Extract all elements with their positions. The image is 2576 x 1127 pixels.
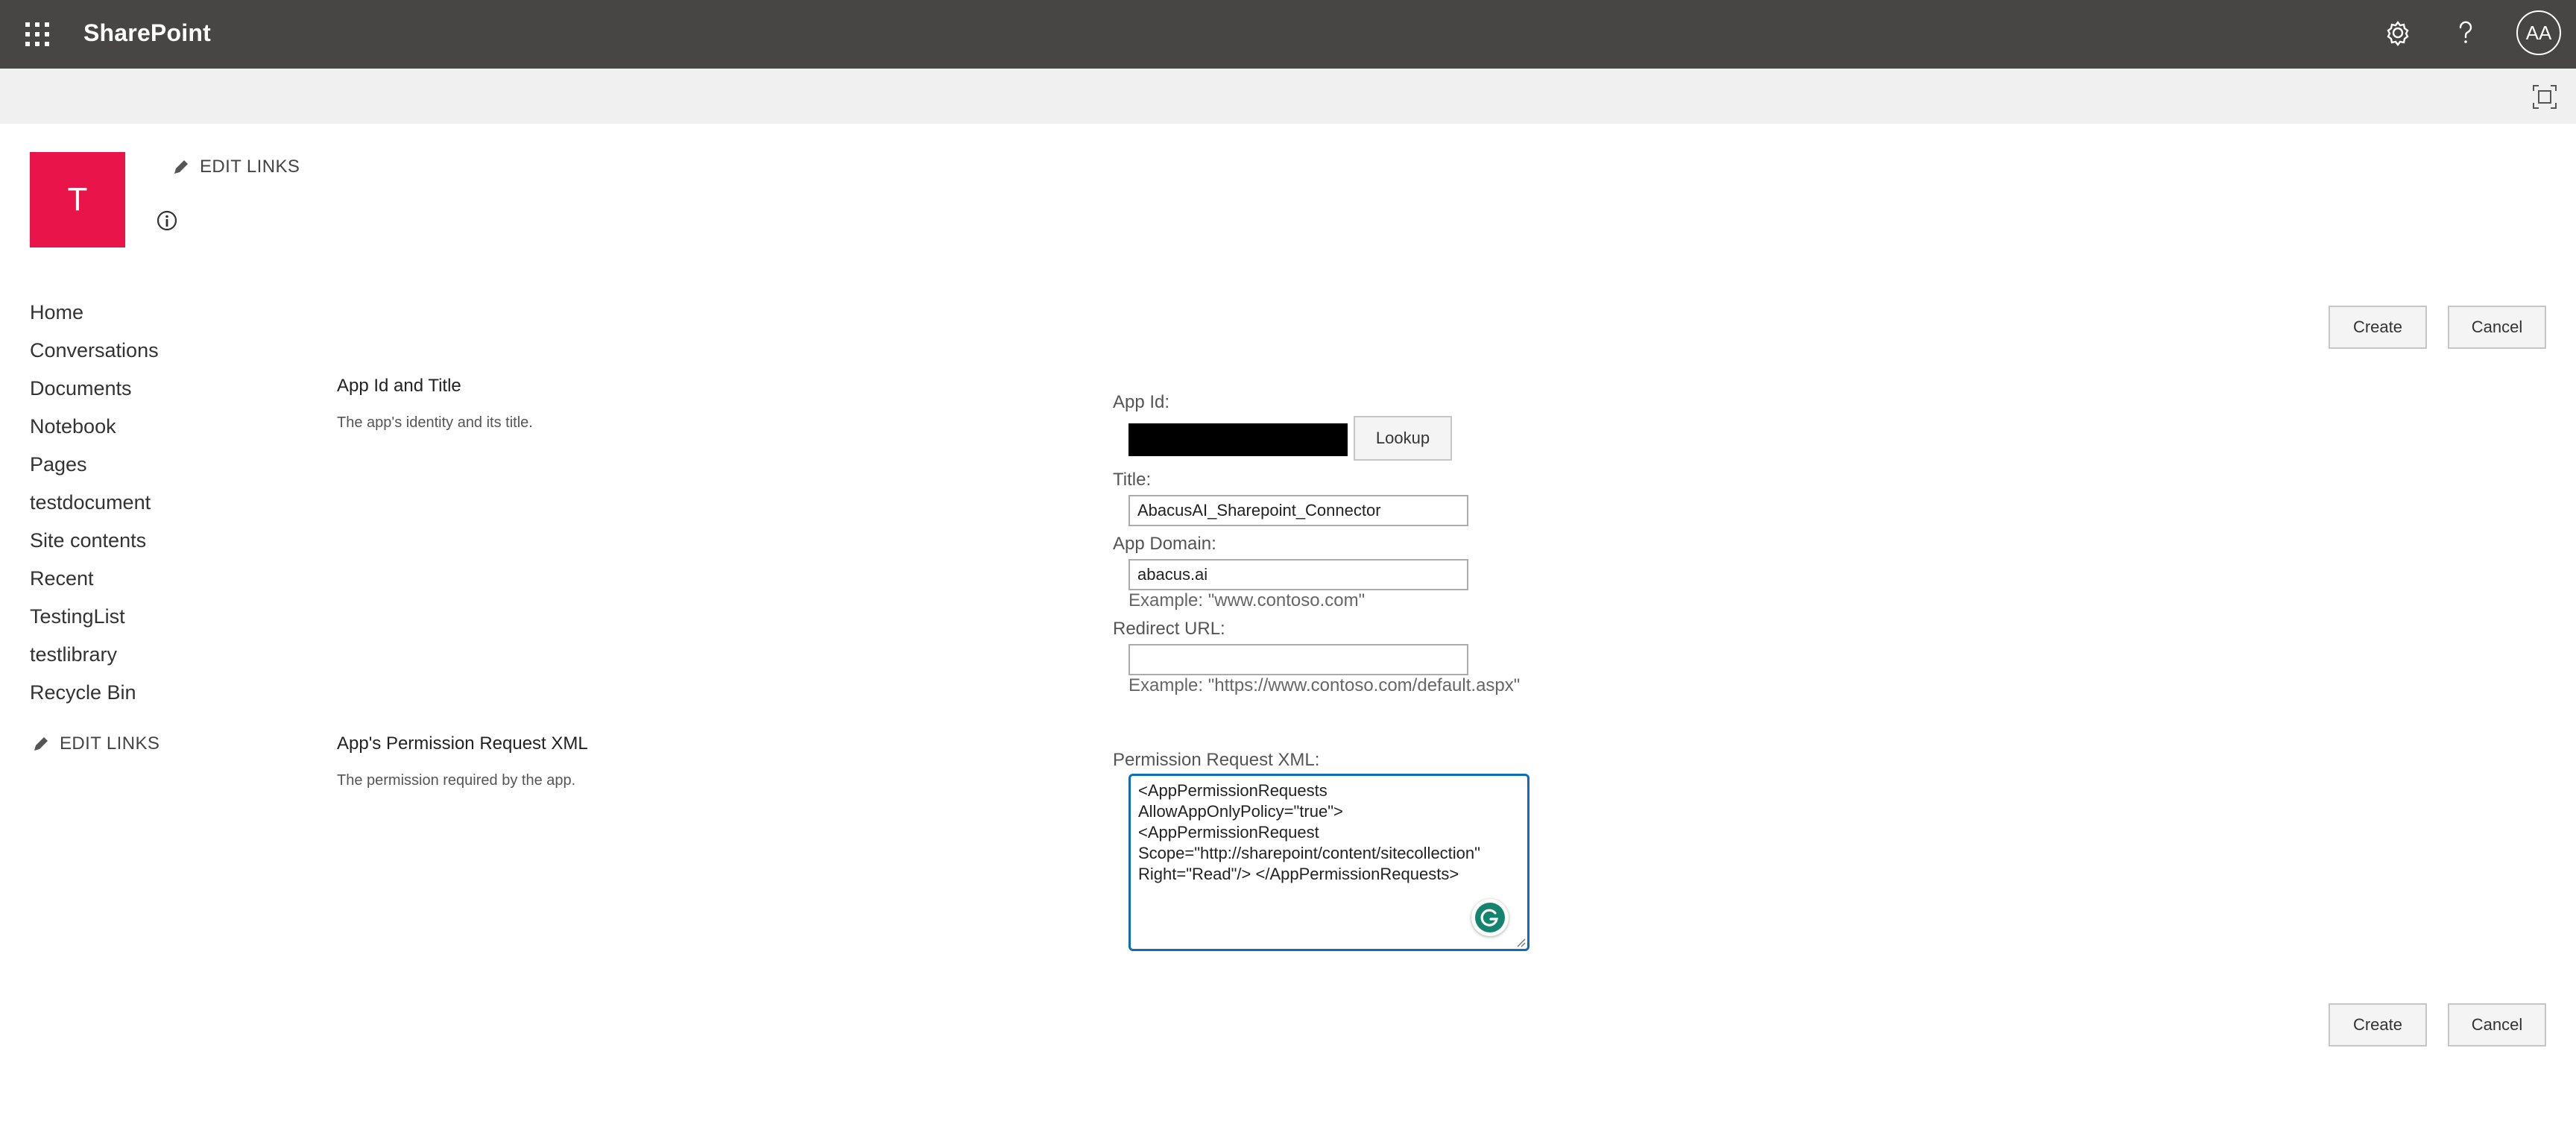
- app-domain-field[interactable]: [1128, 559, 1468, 590]
- cancel-button-top[interactable]: Cancel: [2448, 306, 2546, 349]
- identity-section-description: The app's identity and its title.: [337, 414, 533, 431]
- site-logo[interactable]: T: [30, 152, 125, 247]
- permission-xml-container: <AppPermissionRequests AllowAppOnlyPolic…: [1128, 774, 1530, 951]
- app-name[interactable]: SharePoint: [83, 16, 211, 49]
- nav-item-documents[interactable]: Documents: [30, 370, 159, 408]
- app-domain-label: App Domain:: [1113, 534, 1216, 554]
- nav-item-site-contents[interactable]: Site contents: [30, 522, 159, 560]
- gear-icon[interactable]: [2381, 16, 2414, 49]
- app-domain-example: Example: "www.contoso.com": [1128, 590, 1366, 610]
- nav-item-recent[interactable]: Recent: [30, 560, 159, 598]
- info-icon[interactable]: [155, 209, 179, 233]
- title-label: Title:: [1113, 470, 1152, 490]
- title-field[interactable]: [1128, 495, 1468, 526]
- nav-item-recycle-bin[interactable]: Recycle Bin: [30, 674, 159, 712]
- redirect-url-label: Redirect URL:: [1113, 619, 1225, 639]
- permission-section-description: The permission required by the app.: [337, 772, 576, 789]
- nav-item-pages[interactable]: Pages: [30, 446, 159, 484]
- edit-links-label: EDIT LINKS: [60, 733, 160, 754]
- redirect-url-field[interactable]: [1128, 644, 1468, 675]
- cancel-button-bottom[interactable]: Cancel: [2448, 1003, 2546, 1046]
- edit-links-label: EDIT LINKS: [200, 157, 300, 177]
- grammarly-icon: [1475, 903, 1505, 932]
- permission-section-title: App's Permission Request XML: [337, 733, 588, 754]
- left-navigation: Home Conversations Documents Notebook Pa…: [30, 294, 159, 712]
- resize-grip-icon[interactable]: [1515, 937, 1526, 947]
- nav-item-testinglist[interactable]: TestingList: [30, 598, 159, 636]
- app-launcher-icon[interactable]: [22, 19, 52, 49]
- permission-xml-textarea[interactable]: <AppPermissionRequests AllowAppOnlyPolic…: [1138, 780, 1511, 944]
- app-id-label: App Id:: [1113, 392, 1170, 412]
- create-button-bottom[interactable]: Create: [2329, 1003, 2427, 1046]
- redirect-url-example: Example: "https://www.contoso.com/defaul…: [1128, 675, 1521, 695]
- pencil-icon: [174, 160, 188, 174]
- edit-links-nav[interactable]: EDIT LINKS: [31, 733, 160, 754]
- pencil-icon: [34, 737, 48, 751]
- nav-item-testlibrary[interactable]: testlibrary: [30, 636, 159, 674]
- nav-item-testdocument[interactable]: testdocument: [30, 484, 159, 522]
- app-id-input[interactable]: [1128, 423, 1348, 456]
- permission-xml-label: Permission Request XML:: [1113, 750, 1320, 770]
- focus-mode-icon[interactable]: [2531, 83, 2558, 110]
- grammarly-button[interactable]: [1471, 899, 1509, 936]
- nav-item-home[interactable]: Home: [30, 294, 159, 332]
- help-icon[interactable]: [2449, 16, 2482, 49]
- user-avatar[interactable]: AA: [2516, 10, 2561, 55]
- lookup-button[interactable]: Lookup: [1354, 416, 1452, 461]
- identity-section-title: App Id and Title: [337, 376, 461, 396]
- create-button-top[interactable]: Create: [2329, 306, 2427, 349]
- nav-item-notebook[interactable]: Notebook: [30, 408, 159, 446]
- nav-item-conversations[interactable]: Conversations: [30, 332, 159, 370]
- edit-links-top[interactable]: EDIT LINKS: [171, 157, 300, 177]
- ribbon-bar: [0, 69, 2576, 124]
- suite-bar: SharePoint AA: [0, 0, 2576, 69]
